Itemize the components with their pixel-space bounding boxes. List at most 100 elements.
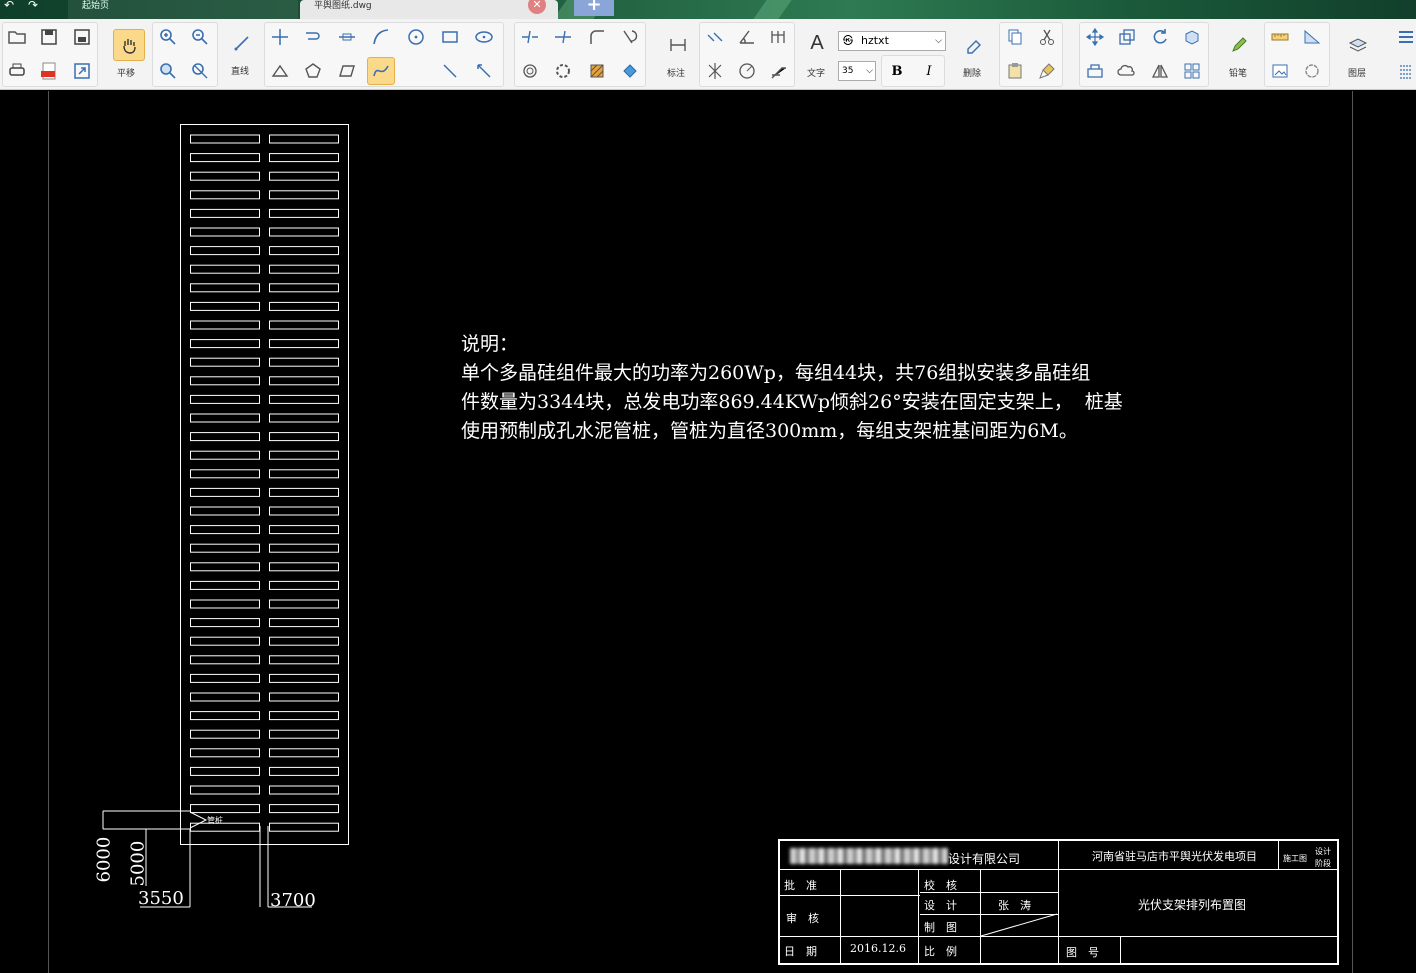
tb-line: [840, 869, 841, 964]
panel-row: [190, 134, 260, 144]
drawing-no-label: 图 号: [1066, 946, 1099, 959]
panel-row: [269, 190, 339, 200]
dim-3700: 3700: [270, 890, 316, 911]
panel-row: [190, 283, 260, 293]
dim-line-5000: [145, 828, 190, 886]
panel-row: [190, 469, 260, 479]
panel-row: [269, 766, 339, 776]
note-line: 使用预制成孔水泥管桩，管桩为直径300mm，每组支架桩基间距为6M。: [461, 420, 1078, 442]
panel-row: [269, 580, 339, 590]
panel-row: [269, 525, 339, 535]
pile-tag: 管桩: [207, 815, 223, 825]
panel-row: [269, 357, 339, 367]
tb-line: [920, 914, 1058, 915]
stage-b1: 设计: [1315, 847, 1331, 856]
panel-row: [190, 450, 260, 460]
panel-row: [269, 562, 339, 572]
panel-row: [269, 134, 339, 144]
panel-row: [269, 413, 339, 423]
note-line: 单个多晶硅组件最大的功率为260Wp，每组44块，共76组拟安装多晶硅组: [461, 362, 1091, 384]
note-line: 说明：: [461, 333, 519, 355]
panel-row: [190, 394, 260, 404]
panel-row: [190, 190, 260, 200]
panel-row: [190, 580, 260, 590]
panel-row: [190, 785, 260, 795]
panel-row: [269, 692, 339, 702]
panel-row: [190, 171, 260, 181]
panel-row: [190, 636, 260, 646]
panel-row: [190, 562, 260, 572]
panel-row: [269, 804, 339, 814]
panel-row: [269, 711, 339, 721]
panel-row: [269, 227, 339, 237]
panel-row: [269, 339, 339, 349]
approve-label: 批 准: [784, 879, 817, 892]
panel-row: [190, 766, 260, 776]
tb-line: [1120, 936, 1121, 964]
panel-row: [269, 153, 339, 163]
panel-row: [190, 525, 260, 535]
panel-row: [269, 822, 339, 832]
dim-5000: 5000: [127, 840, 149, 887]
panel-row: [190, 432, 260, 442]
panel-row: [269, 208, 339, 218]
array-outline: [180, 124, 349, 845]
check-label: 校 核: [924, 879, 957, 892]
panel-row: [269, 655, 339, 665]
panel-row: [269, 636, 339, 646]
panel-row: [190, 320, 260, 330]
note-line: 件数量为3344块，总发电功率869.44KWp倾斜26°安装在固定支架上， 桩…: [461, 391, 1123, 413]
panel-row: [190, 711, 260, 721]
panel-row: [190, 729, 260, 739]
design-label: 设 计: [924, 899, 957, 912]
panel-row: [269, 283, 339, 293]
panel-row: [190, 246, 260, 256]
dim-6000: 6000: [93, 836, 115, 883]
panel-row: [190, 599, 260, 609]
panel-row: [190, 487, 260, 497]
tb-line: [918, 869, 919, 964]
panel-row: [269, 748, 339, 758]
panel-row: [190, 357, 260, 367]
panel-rows: [190, 134, 339, 832]
panel-row: [269, 618, 339, 628]
panel-row: [269, 506, 339, 516]
panel-row: [190, 413, 260, 423]
redacted-company-name: [790, 848, 948, 864]
date-value: 2016.12.6: [850, 942, 906, 955]
panel-row: [269, 394, 339, 404]
pile-arrow: [189, 811, 208, 829]
panel-row: [190, 804, 260, 814]
scale-label: 比 例: [924, 945, 957, 958]
tb-line: [980, 869, 981, 964]
panel-row: [269, 264, 339, 274]
designer-name: 张 涛: [998, 899, 1031, 912]
panel-row: [269, 673, 339, 683]
drawing-title: 光伏支架排列布置图: [1138, 898, 1247, 912]
tb-line: [1058, 840, 1059, 964]
panel-row: [269, 171, 339, 181]
panel-row: [190, 264, 260, 274]
date-label: 日 期: [784, 945, 817, 958]
panel-row: [190, 376, 260, 386]
panel-row: [269, 785, 339, 795]
panel-row: [269, 729, 339, 739]
stage-b2: 阶段: [1315, 859, 1331, 868]
panel-row: [190, 692, 260, 702]
panel-row: [190, 227, 260, 237]
array-plan: 管桩: [102, 124, 349, 908]
panel-row: [269, 469, 339, 479]
panel-row: [269, 246, 339, 256]
tb-line: [1278, 840, 1279, 869]
stage-a: 施工图: [1283, 854, 1307, 863]
dim-3550: 3550: [138, 888, 184, 909]
panel-row: [269, 376, 339, 386]
panel-row: [269, 320, 339, 330]
panel-row: [190, 822, 260, 832]
panel-row: [190, 673, 260, 683]
panel-row: [190, 506, 260, 516]
panel-row: [269, 599, 339, 609]
panel-row: [269, 301, 339, 311]
tb-line: [779, 895, 920, 896]
panel-row: [269, 450, 339, 460]
